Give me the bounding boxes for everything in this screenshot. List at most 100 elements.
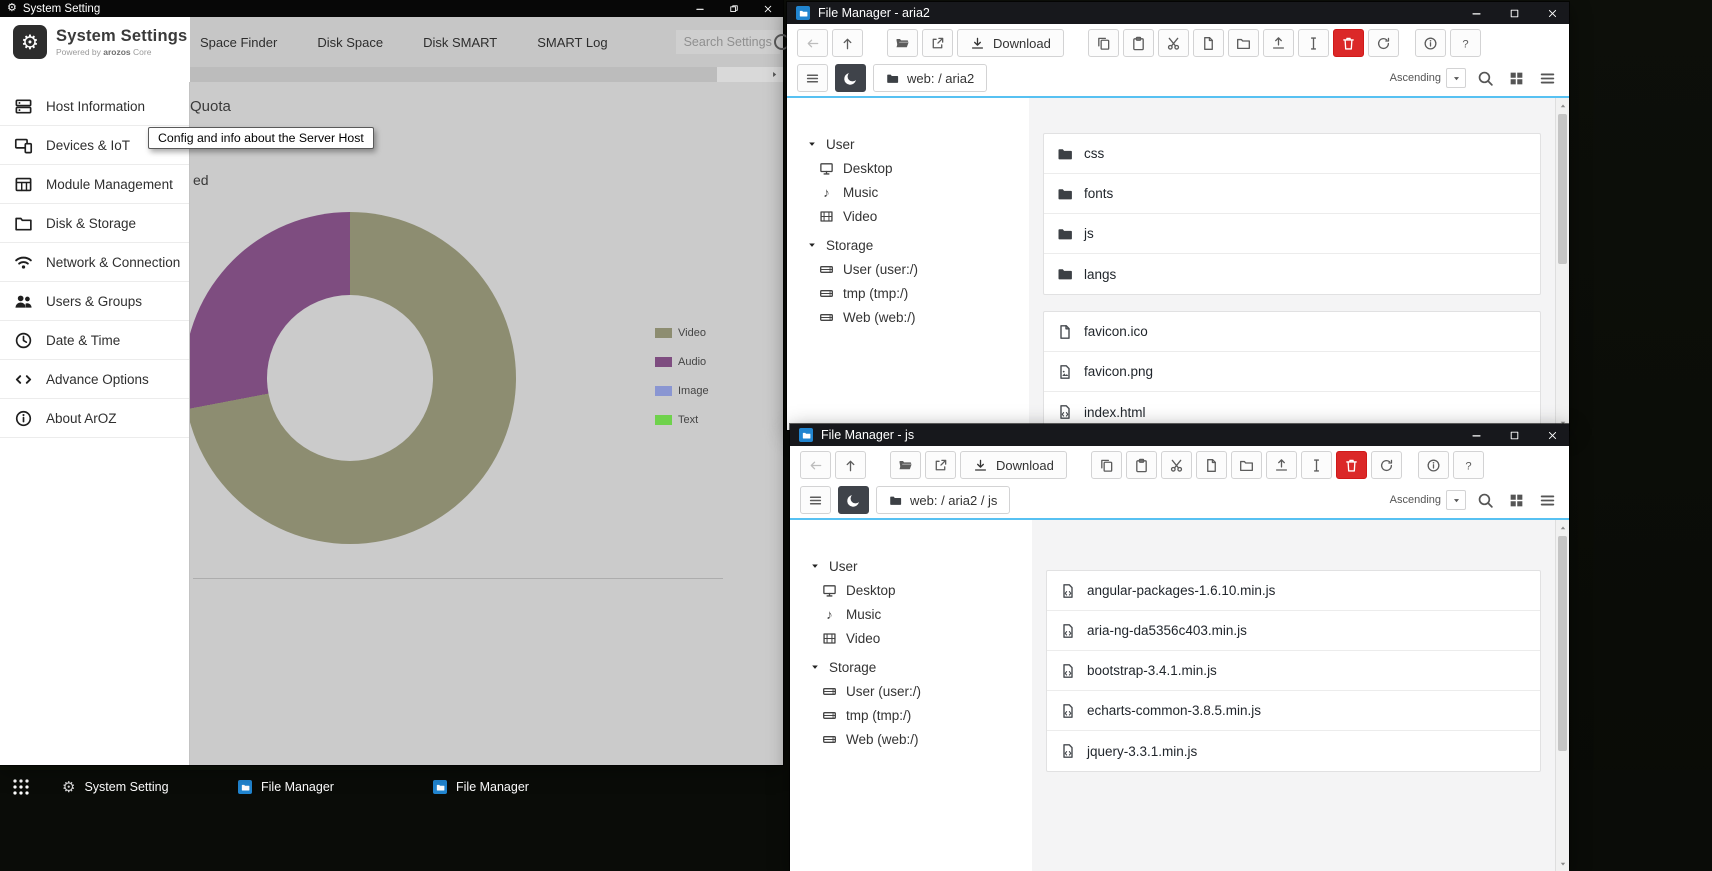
sidebar-item-host-information[interactable]: Host Information	[0, 87, 189, 126]
scrollbar-thumb[interactable]	[1558, 114, 1567, 264]
sidebar-item-date-time[interactable]: Date & Time	[0, 321, 189, 360]
close-button[interactable]	[1544, 427, 1560, 443]
refresh-button[interactable]	[1371, 451, 1402, 479]
search-button[interactable]	[1473, 66, 1497, 90]
restore-button[interactable]	[726, 1, 742, 17]
upload-button[interactable]	[1263, 29, 1294, 57]
file-row-js[interactable]: js	[1044, 214, 1540, 254]
file-row-langs[interactable]: langs	[1044, 254, 1540, 294]
tree-item-video[interactable]: Video	[807, 204, 1029, 228]
download-button[interactable]: Download	[957, 29, 1064, 57]
scroll-down-icon[interactable]	[1556, 857, 1569, 870]
list-view-button[interactable]	[1535, 488, 1559, 512]
file-row-css[interactable]: css	[1044, 134, 1540, 174]
scroll-up-icon[interactable]	[1556, 521, 1569, 534]
vertical-scrollbar[interactable]	[1555, 520, 1569, 871]
file-row-favicon-png[interactable]: favicon.png	[1044, 352, 1540, 392]
breadcrumb[interactable]: web: / aria2	[873, 64, 987, 92]
file-row-echarts[interactable]: echarts-common-3.8.5.min.js	[1047, 691, 1540, 731]
theme-toggle-button[interactable]	[835, 64, 866, 92]
rename-button[interactable]	[1301, 451, 1332, 479]
close-button[interactable]	[1544, 5, 1560, 21]
up-button[interactable]	[832, 29, 863, 57]
window-titlebar[interactable]: File Manager - js	[790, 424, 1569, 446]
scroll-up-icon[interactable]	[1556, 99, 1569, 112]
rename-button[interactable]	[1298, 29, 1329, 57]
back-button[interactable]	[800, 451, 831, 479]
taskbar-item-file-manager-1[interactable]: File Manager	[238, 775, 334, 799]
menu-button[interactable]	[800, 486, 831, 514]
back-button[interactable]	[797, 29, 828, 57]
breadcrumb[interactable]: web: / aria2 / js	[876, 486, 1010, 514]
apps-launcher-button[interactable]	[9, 775, 33, 799]
copy-button[interactable]	[1091, 451, 1122, 479]
open-folder-button[interactable]	[890, 451, 921, 479]
maximize-button[interactable]	[1506, 5, 1522, 21]
tab-space-finder[interactable]: Space Finder	[200, 35, 277, 50]
vertical-scrollbar[interactable]	[1555, 98, 1569, 430]
properties-button[interactable]	[1418, 451, 1449, 479]
search-button[interactable]	[1473, 488, 1497, 512]
tree-item-desktop[interactable]: Desktop	[810, 578, 1032, 602]
menu-button[interactable]	[797, 64, 828, 92]
legend-item-audio[interactable]: Audio	[655, 357, 709, 367]
file-row-jquery[interactable]: jquery-3.3.1.min.js	[1047, 731, 1540, 771]
open-folder-button[interactable]	[887, 29, 918, 57]
file-row-bootstrap[interactable]: bootstrap-3.4.1.min.js	[1047, 651, 1540, 691]
menu-horizontal-scrollbar[interactable]	[190, 67, 783, 82]
taskbar-item-file-manager-2[interactable]: File Manager	[433, 775, 529, 799]
tree-item-web-drive[interactable]: Web (web:/)	[807, 305, 1029, 329]
sidebar-item-users-groups[interactable]: Users & Groups	[0, 282, 189, 321]
window-titlebar[interactable]: ⚙ System Setting	[0, 0, 783, 17]
minimize-button[interactable]	[692, 1, 708, 17]
upload-button[interactable]	[1266, 451, 1297, 479]
sidebar-item-about-aroz[interactable]: About ArOZ	[0, 399, 189, 438]
tree-group-storage[interactable]: Storage	[810, 655, 1032, 679]
file-row-aria-ng[interactable]: aria-ng-da5356c403.min.js	[1047, 611, 1540, 651]
copy-button[interactable]	[1088, 29, 1119, 57]
file-row-angular[interactable]: angular-packages-1.6.10.min.js	[1047, 571, 1540, 611]
legend-item-image[interactable]: Image	[655, 386, 709, 396]
theme-toggle-button[interactable]	[838, 486, 869, 514]
close-button[interactable]	[760, 1, 776, 17]
minimize-button[interactable]	[1468, 427, 1484, 443]
help-button[interactable]	[1450, 29, 1481, 57]
legend-item-text[interactable]: Text	[655, 415, 709, 425]
delete-button[interactable]	[1333, 29, 1364, 57]
scroll-right-arrow[interactable]	[767, 67, 781, 82]
paste-button[interactable]	[1123, 29, 1154, 57]
tree-item-music[interactable]: ♪Music	[810, 602, 1032, 626]
tree-group-user[interactable]: User	[810, 554, 1032, 578]
download-button[interactable]: Download	[960, 451, 1067, 479]
settings-search-input[interactable]	[676, 30, 780, 54]
file-row-fonts[interactable]: fonts	[1044, 174, 1540, 214]
sort-dropdown[interactable]: Ascending	[1390, 490, 1466, 510]
open-in-new-window-button[interactable]	[922, 29, 953, 57]
tab-disk-space[interactable]: Disk Space	[317, 35, 383, 50]
file-row-favicon-ico[interactable]: favicon.ico	[1044, 312, 1540, 352]
sidebar-item-module-management[interactable]: Module Management	[0, 165, 189, 204]
sidebar-item-disk-storage[interactable]: Disk & Storage	[0, 204, 189, 243]
tree-item-user-drive[interactable]: User (user:/)	[810, 679, 1032, 703]
tab-disk-smart[interactable]: Disk SMART	[423, 35, 497, 50]
new-file-button[interactable]	[1193, 29, 1224, 57]
paste-button[interactable]	[1126, 451, 1157, 479]
tree-item-music[interactable]: ♪Music	[807, 180, 1029, 204]
grid-view-button[interactable]	[1504, 488, 1528, 512]
tree-item-user-drive[interactable]: User (user:/)	[807, 257, 1029, 281]
properties-button[interactable]	[1415, 29, 1446, 57]
delete-button[interactable]	[1336, 451, 1367, 479]
tree-item-video[interactable]: Video	[810, 626, 1032, 650]
tree-group-storage[interactable]: Storage	[807, 233, 1029, 257]
scrollbar-thumb[interactable]	[1558, 536, 1567, 751]
sidebar-item-advance-options[interactable]: Advance Options	[0, 360, 189, 399]
minimize-button[interactable]	[1468, 5, 1484, 21]
tree-group-user[interactable]: User	[807, 132, 1029, 156]
list-view-button[interactable]	[1535, 66, 1559, 90]
cut-button[interactable]	[1161, 451, 1192, 479]
tree-item-desktop[interactable]: Desktop	[807, 156, 1029, 180]
maximize-button[interactable]	[1506, 427, 1522, 443]
new-folder-button[interactable]	[1228, 29, 1259, 57]
sidebar-item-network-connection[interactable]: Network & Connection	[0, 243, 189, 282]
grid-view-button[interactable]	[1504, 66, 1528, 90]
